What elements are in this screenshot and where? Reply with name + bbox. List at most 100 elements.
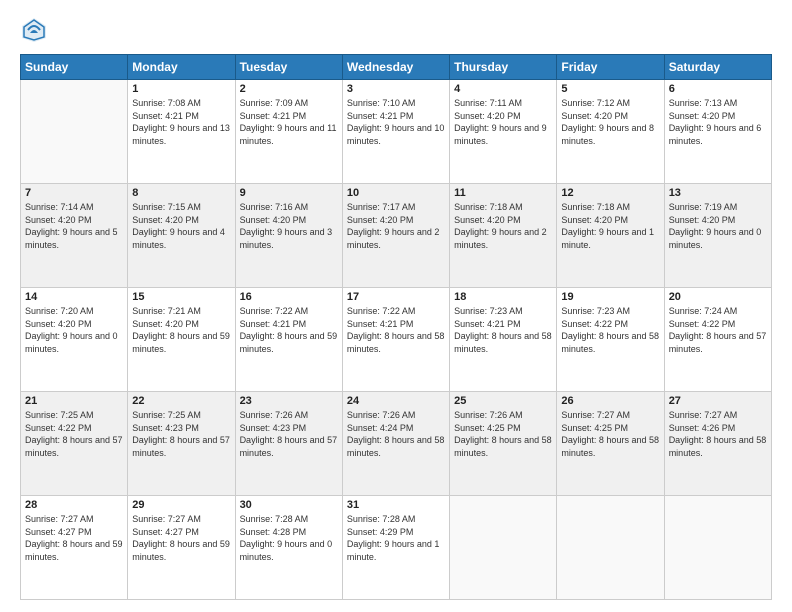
calendar-day-cell: 3Sunrise: 7:10 AMSunset: 4:21 PMDaylight… — [342, 80, 449, 184]
calendar-week-row: 21 Sunrise: 7:25 AMSunset: 4:22 PMDayligh… — [21, 392, 772, 496]
day-info: Sunrise: 7:17 AMSunset: 4:20 PMDaylight:… — [347, 201, 445, 251]
weekday-header-saturday: Saturday — [664, 55, 771, 80]
calendar-day-cell: 7Sunrise: 7:14 AMSunset: 4:20 PMDaylight… — [21, 184, 128, 288]
calendar-day-cell: 14Sunrise: 7:20 AMSunset: 4:20 PMDayligh… — [21, 288, 128, 392]
day-number: 18 — [454, 291, 552, 303]
day-info: Sunrise: 7:12 AMSunset: 4:20 PMDaylight:… — [561, 97, 659, 147]
day-number: 22 — [132, 395, 230, 407]
calendar-day-cell: 29 Sunrise: 7:27 AMSunset: 4:27 PMDayligh… — [128, 496, 235, 600]
day-info: Sunrise: 7:08 AMSunset: 4:21 PMDaylight:… — [132, 97, 230, 147]
day-number: 9 — [240, 187, 338, 199]
day-info: Sunrise: 7:25 AMSunset: 4:23 PMDaylight:… — [132, 409, 230, 459]
calendar-day-cell: 1 Sunrise: 7:08 AMSunset: 4:21 PMDaylight… — [128, 80, 235, 184]
calendar-day-cell: 27 Sunrise: 7:27 AMSunset: 4:26 PMDayligh… — [664, 392, 771, 496]
day-number: 25 — [454, 395, 552, 407]
weekday-header-friday: Friday — [557, 55, 664, 80]
day-info: Sunrise: 7:22 AMSunset: 4:21 PMDaylight:… — [347, 305, 445, 355]
weekday-header-monday: Monday — [128, 55, 235, 80]
day-info: Sunrise: 7:27 AMSunset: 4:26 PMDaylight:… — [669, 409, 767, 459]
day-number: 12 — [561, 187, 659, 199]
weekday-header-thursday: Thursday — [450, 55, 557, 80]
calendar-day-cell: 12Sunrise: 7:18 AMSunset: 4:20 PMDayligh… — [557, 184, 664, 288]
day-number: 13 — [669, 187, 767, 199]
day-info: Sunrise: 7:16 AMSunset: 4:20 PMDaylight:… — [240, 201, 338, 251]
day-info: Sunrise: 7:28 AMSunset: 4:28 PMDaylight:… — [240, 513, 338, 563]
day-info: Sunrise: 7:13 AMSunset: 4:20 PMDaylight:… — [669, 97, 767, 147]
day-number: 16 — [240, 291, 338, 303]
day-number: 20 — [669, 291, 767, 303]
day-number: 30 — [240, 499, 338, 511]
calendar-day-cell: 11Sunrise: 7:18 AMSunset: 4:20 PMDayligh… — [450, 184, 557, 288]
calendar-day-cell: 24 Sunrise: 7:26 AMSunset: 4:24 PMDayligh… — [342, 392, 449, 496]
weekday-header-tuesday: Tuesday — [235, 55, 342, 80]
logo — [20, 16, 52, 44]
day-info: Sunrise: 7:25 AMSunset: 4:22 PMDaylight:… — [25, 409, 123, 459]
calendar-day-cell: 10 Sunrise: 7:17 AMSunset: 4:20 PMDayligh… — [342, 184, 449, 288]
day-info: Sunrise: 7:26 AMSunset: 4:25 PMDaylight:… — [454, 409, 552, 459]
calendar-day-cell: 2 Sunrise: 7:09 AMSunset: 4:21 PMDaylight… — [235, 80, 342, 184]
calendar-day-cell: 21 Sunrise: 7:25 AMSunset: 4:22 PMDayligh… — [21, 392, 128, 496]
day-number: 19 — [561, 291, 659, 303]
calendar-day-cell: 13 Sunrise: 7:19 AMSunset: 4:20 PMDayligh… — [664, 184, 771, 288]
day-number: 27 — [669, 395, 767, 407]
calendar-day-cell — [664, 496, 771, 600]
day-info: Sunrise: 7:26 AMSunset: 4:24 PMDaylight:… — [347, 409, 445, 459]
day-number: 4 — [454, 83, 552, 95]
day-number: 15 — [132, 291, 230, 303]
weekday-header-row: SundayMondayTuesdayWednesdayThursdayFrid… — [21, 55, 772, 80]
day-number: 21 — [25, 395, 123, 407]
day-number: 3 — [347, 83, 445, 95]
page: SundayMondayTuesdayWednesdayThursdayFrid… — [0, 0, 792, 612]
day-number: 17 — [347, 291, 445, 303]
day-info: Sunrise: 7:28 AMSunset: 4:29 PMDaylight:… — [347, 513, 445, 563]
day-number: 1 — [132, 83, 230, 95]
day-info: Sunrise: 7:15 AMSunset: 4:20 PMDaylight:… — [132, 201, 230, 251]
header — [20, 16, 772, 44]
day-info: Sunrise: 7:23 AMSunset: 4:21 PMDaylight:… — [454, 305, 552, 355]
day-number: 29 — [132, 499, 230, 511]
calendar-week-row: 1 Sunrise: 7:08 AMSunset: 4:21 PMDaylight… — [21, 80, 772, 184]
calendar-day-cell: 19 Sunrise: 7:23 AMSunset: 4:22 PMDayligh… — [557, 288, 664, 392]
day-number: 28 — [25, 499, 123, 511]
calendar-day-cell: 8Sunrise: 7:15 AMSunset: 4:20 PMDaylight… — [128, 184, 235, 288]
weekday-header-wednesday: Wednesday — [342, 55, 449, 80]
calendar-day-cell — [450, 496, 557, 600]
calendar-week-row: 28 Sunrise: 7:27 AMSunset: 4:27 PMDayligh… — [21, 496, 772, 600]
calendar-day-cell: 30 Sunrise: 7:28 AMSunset: 4:28 PMDayligh… — [235, 496, 342, 600]
calendar-day-cell: 25 Sunrise: 7:26 AMSunset: 4:25 PMDayligh… — [450, 392, 557, 496]
day-info: Sunrise: 7:11 AMSunset: 4:20 PMDaylight:… — [454, 97, 552, 147]
day-number: 24 — [347, 395, 445, 407]
calendar-week-row: 7Sunrise: 7:14 AMSunset: 4:20 PMDaylight… — [21, 184, 772, 288]
day-info: Sunrise: 7:18 AMSunset: 4:20 PMDaylight:… — [454, 201, 552, 251]
day-number: 14 — [25, 291, 123, 303]
calendar-day-cell — [21, 80, 128, 184]
day-info: Sunrise: 7:21 AMSunset: 4:20 PMDaylight:… — [132, 305, 230, 355]
calendar-day-cell: 15 Sunrise: 7:21 AMSunset: 4:20 PMDayligh… — [128, 288, 235, 392]
calendar-day-cell: 18 Sunrise: 7:23 AMSunset: 4:21 PMDayligh… — [450, 288, 557, 392]
calendar-day-cell: 4 Sunrise: 7:11 AMSunset: 4:20 PMDaylight… — [450, 80, 557, 184]
calendar-table: SundayMondayTuesdayWednesdayThursdayFrid… — [20, 54, 772, 600]
day-info: Sunrise: 7:27 AMSunset: 4:27 PMDaylight:… — [25, 513, 123, 563]
day-info: Sunrise: 7:26 AMSunset: 4:23 PMDaylight:… — [240, 409, 338, 459]
day-number: 10 — [347, 187, 445, 199]
day-info: Sunrise: 7:14 AMSunset: 4:20 PMDaylight:… — [25, 201, 123, 251]
day-info: Sunrise: 7:19 AMSunset: 4:20 PMDaylight:… — [669, 201, 767, 251]
calendar-day-cell: 17 Sunrise: 7:22 AMSunset: 4:21 PMDayligh… — [342, 288, 449, 392]
calendar-day-cell: 22 Sunrise: 7:25 AMSunset: 4:23 PMDayligh… — [128, 392, 235, 496]
day-number: 2 — [240, 83, 338, 95]
day-info: Sunrise: 7:09 AMSunset: 4:21 PMDaylight:… — [240, 97, 338, 147]
day-info: Sunrise: 7:27 AMSunset: 4:25 PMDaylight:… — [561, 409, 659, 459]
day-info: Sunrise: 7:24 AMSunset: 4:22 PMDaylight:… — [669, 305, 767, 355]
day-number: 6 — [669, 83, 767, 95]
calendar-day-cell: 20 Sunrise: 7:24 AMSunset: 4:22 PMDayligh… — [664, 288, 771, 392]
day-info: Sunrise: 7:27 AMSunset: 4:27 PMDaylight:… — [132, 513, 230, 563]
calendar-day-cell — [557, 496, 664, 600]
logo-icon — [20, 16, 48, 44]
calendar-day-cell: 16Sunrise: 7:22 AMSunset: 4:21 PMDayligh… — [235, 288, 342, 392]
calendar-day-cell: 28 Sunrise: 7:27 AMSunset: 4:27 PMDayligh… — [21, 496, 128, 600]
calendar-day-cell: 9 Sunrise: 7:16 AMSunset: 4:20 PMDaylight… — [235, 184, 342, 288]
calendar-day-cell: 23Sunrise: 7:26 AMSunset: 4:23 PMDayligh… — [235, 392, 342, 496]
weekday-header-sunday: Sunday — [21, 55, 128, 80]
day-info: Sunrise: 7:23 AMSunset: 4:22 PMDaylight:… — [561, 305, 659, 355]
calendar-day-cell: 5Sunrise: 7:12 AMSunset: 4:20 PMDaylight… — [557, 80, 664, 184]
